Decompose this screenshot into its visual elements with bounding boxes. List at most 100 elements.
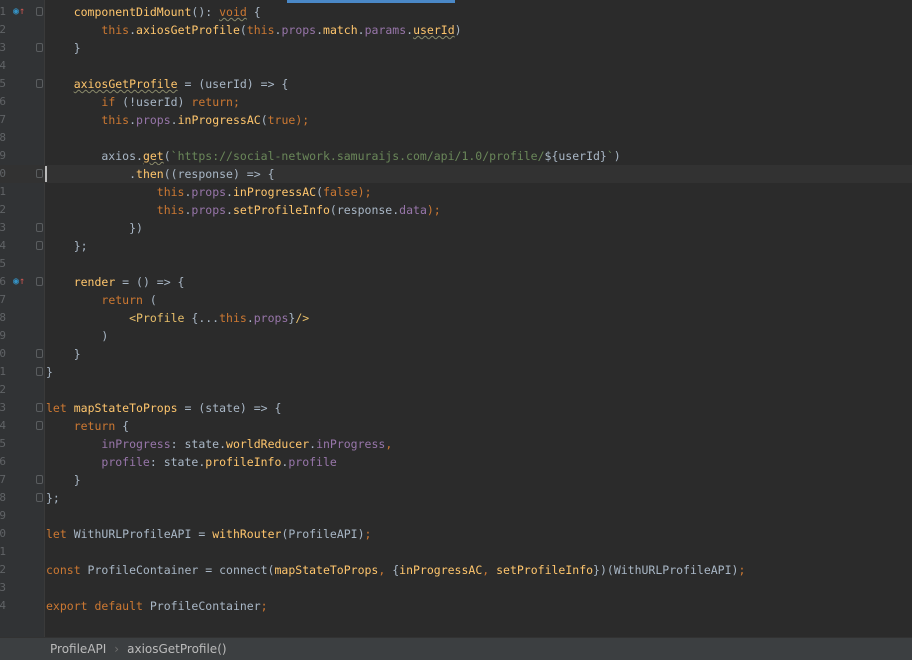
code-editor[interactable]: 1 ◉↑ componentDidMount(): void {2 this.ax… — [0, 3, 912, 615]
code-token: this — [246, 23, 275, 37]
code-token: if — [101, 95, 116, 109]
fold-marker-icon[interactable] — [36, 475, 43, 484]
code-token: true — [267, 113, 296, 127]
code-line[interactable]: 8 — [0, 129, 912, 147]
code-line[interactable]: 9 ) — [0, 327, 912, 345]
code-line[interactable]: 6 if (!userId) return; — [0, 93, 912, 111]
fold-marker-icon[interactable] — [36, 43, 43, 52]
line-number[interactable]: 1 — [0, 363, 6, 381]
code-line[interactable]: 5 inProgress: state.worldReducer.inProgr… — [0, 435, 912, 453]
fold-marker-icon[interactable] — [36, 421, 43, 430]
line-number[interactable]: 0 — [0, 345, 6, 363]
line-number[interactable]: 1 — [0, 3, 6, 21]
line-number[interactable]: 2 — [0, 381, 6, 399]
line-number[interactable]: 3 — [0, 579, 6, 597]
code-line[interactable]: 8}; — [0, 489, 912, 507]
line-number[interactable]: 8 — [0, 309, 6, 327]
breadcrumb-class[interactable]: ProfileAPI — [50, 642, 106, 656]
line-number[interactable]: 0 — [0, 525, 6, 543]
code-token: default — [94, 599, 143, 613]
code-line[interactable]: 2 — [0, 381, 912, 399]
code-line[interactable]: 0 .then((response) => { — [0, 165, 912, 183]
line-number[interactable]: 4 — [0, 237, 6, 255]
code-line[interactable]: 3 — [0, 579, 912, 597]
code-line[interactable]: 1 — [0, 543, 912, 561]
code-text: componentDidMount(): void { — [46, 3, 261, 21]
fold-marker-icon[interactable] — [36, 403, 43, 412]
line-number[interactable]: 1 — [0, 183, 6, 201]
line-number[interactable]: 9 — [0, 327, 6, 345]
fold-marker-icon[interactable] — [36, 367, 43, 376]
line-number[interactable]: 5 — [0, 255, 6, 273]
code-line[interactable]: 3 } — [0, 39, 912, 57]
code-line[interactable]: 0 let WithURLProfileAPI = withRouter(Prof… — [0, 525, 912, 543]
code-line[interactable]: 2 this.axiosGetProfile(this.props.match.… — [0, 21, 912, 39]
code-line[interactable]: 7 } — [0, 471, 912, 489]
code-line[interactable]: 5 — [0, 255, 912, 273]
code-line[interactable]: 3 }) — [0, 219, 912, 237]
code-line[interactable]: 0 } — [0, 345, 912, 363]
breadcrumb-method[interactable]: axiosGetProfile() — [127, 642, 226, 656]
line-number[interactable]: 6 — [0, 273, 6, 291]
fold-marker-icon[interactable] — [36, 349, 43, 358]
code-token: : state. — [170, 437, 227, 451]
line-number[interactable]: 9 — [0, 147, 6, 165]
code-line[interactable]: 8 <Profile {...this.props}/> — [0, 309, 912, 327]
line-number[interactable]: 2 — [0, 21, 6, 39]
line-number[interactable]: 4 — [0, 417, 6, 435]
code-line[interactable]: 6 profile: state.profileInfo.profile — [0, 453, 912, 471]
line-number[interactable]: 3 — [0, 39, 6, 57]
line-number[interactable]: 2 — [0, 561, 6, 579]
fold-marker-icon[interactable] — [36, 277, 43, 286]
line-number[interactable]: 4 — [0, 57, 6, 75]
fold-marker-icon[interactable] — [36, 493, 43, 502]
code-line[interactable]: 1} — [0, 363, 912, 381]
code-line[interactable]: 7 this.props.inProgressAC(true); — [0, 111, 912, 129]
fold-marker-icon[interactable] — [36, 79, 43, 88]
code-line[interactable]: 1 this.props.inProgressAC(false); — [0, 183, 912, 201]
code-token: { — [246, 5, 261, 19]
override-method-icon[interactable]: ◉↑ — [13, 273, 25, 291]
code-line[interactable]: 4 return { — [0, 417, 912, 435]
code-line[interactable]: 1 ◉↑ componentDidMount(): void { — [0, 3, 912, 21]
code-line[interactable]: 4 — [0, 57, 912, 75]
line-number[interactable]: 3 — [0, 219, 6, 237]
code-token: props — [253, 311, 289, 325]
line-number[interactable]: 0 — [0, 165, 6, 183]
line-number[interactable]: 7 — [0, 471, 6, 489]
line-number[interactable]: 2 — [0, 201, 6, 219]
code-line[interactable]: 2 this.props.setProfileInfo(response.dat… — [0, 201, 912, 219]
code-line[interactable]: 4 }; — [0, 237, 912, 255]
code-line[interactable]: 2 const ProfileContainer = connect(mapSta… — [0, 561, 912, 579]
code-token: , — [378, 563, 393, 577]
line-number[interactable]: 7 — [0, 291, 6, 309]
code-token: setProfileInfo — [496, 563, 594, 577]
code-line[interactable]: 9 — [0, 507, 912, 525]
code-line[interactable]: 4 export default ProfileContainer; — [0, 597, 912, 615]
code-token: `https://social-network.samuraijs.com/ap… — [170, 149, 545, 163]
line-number[interactable]: 1 — [0, 543, 6, 561]
line-number[interactable]: 9 — [0, 507, 6, 525]
fold-marker-icon[interactable] — [36, 241, 43, 250]
line-number[interactable]: 3 — [0, 399, 6, 417]
line-number[interactable]: 5 — [0, 75, 6, 93]
line-number[interactable]: 4 — [0, 597, 6, 615]
line-number[interactable]: 6 — [0, 93, 6, 111]
code-line[interactable]: 9 axios.get(`https://social-network.samu… — [0, 147, 912, 165]
fold-marker-icon[interactable] — [36, 169, 43, 178]
code-line[interactable]: 5 axiosGetProfile = (userId) => { — [0, 75, 912, 93]
code-token: } — [46, 365, 53, 379]
line-number[interactable]: 8 — [0, 489, 6, 507]
code-line[interactable]: 3 let mapStateToProps = (state) => { — [0, 399, 912, 417]
fold-marker-icon[interactable] — [36, 7, 43, 16]
code-token: { — [115, 419, 130, 433]
override-method-icon[interactable]: ◉↑ — [13, 3, 25, 21]
line-number[interactable]: 8 — [0, 129, 6, 147]
code-line[interactable]: 6 ◉↑ render = () => { — [0, 273, 912, 291]
code-token: props — [281, 23, 317, 37]
line-number[interactable]: 5 — [0, 435, 6, 453]
code-line[interactable]: 7 return ( — [0, 291, 912, 309]
line-number[interactable]: 7 — [0, 111, 6, 129]
line-number[interactable]: 6 — [0, 453, 6, 471]
fold-marker-icon[interactable] — [36, 223, 43, 232]
